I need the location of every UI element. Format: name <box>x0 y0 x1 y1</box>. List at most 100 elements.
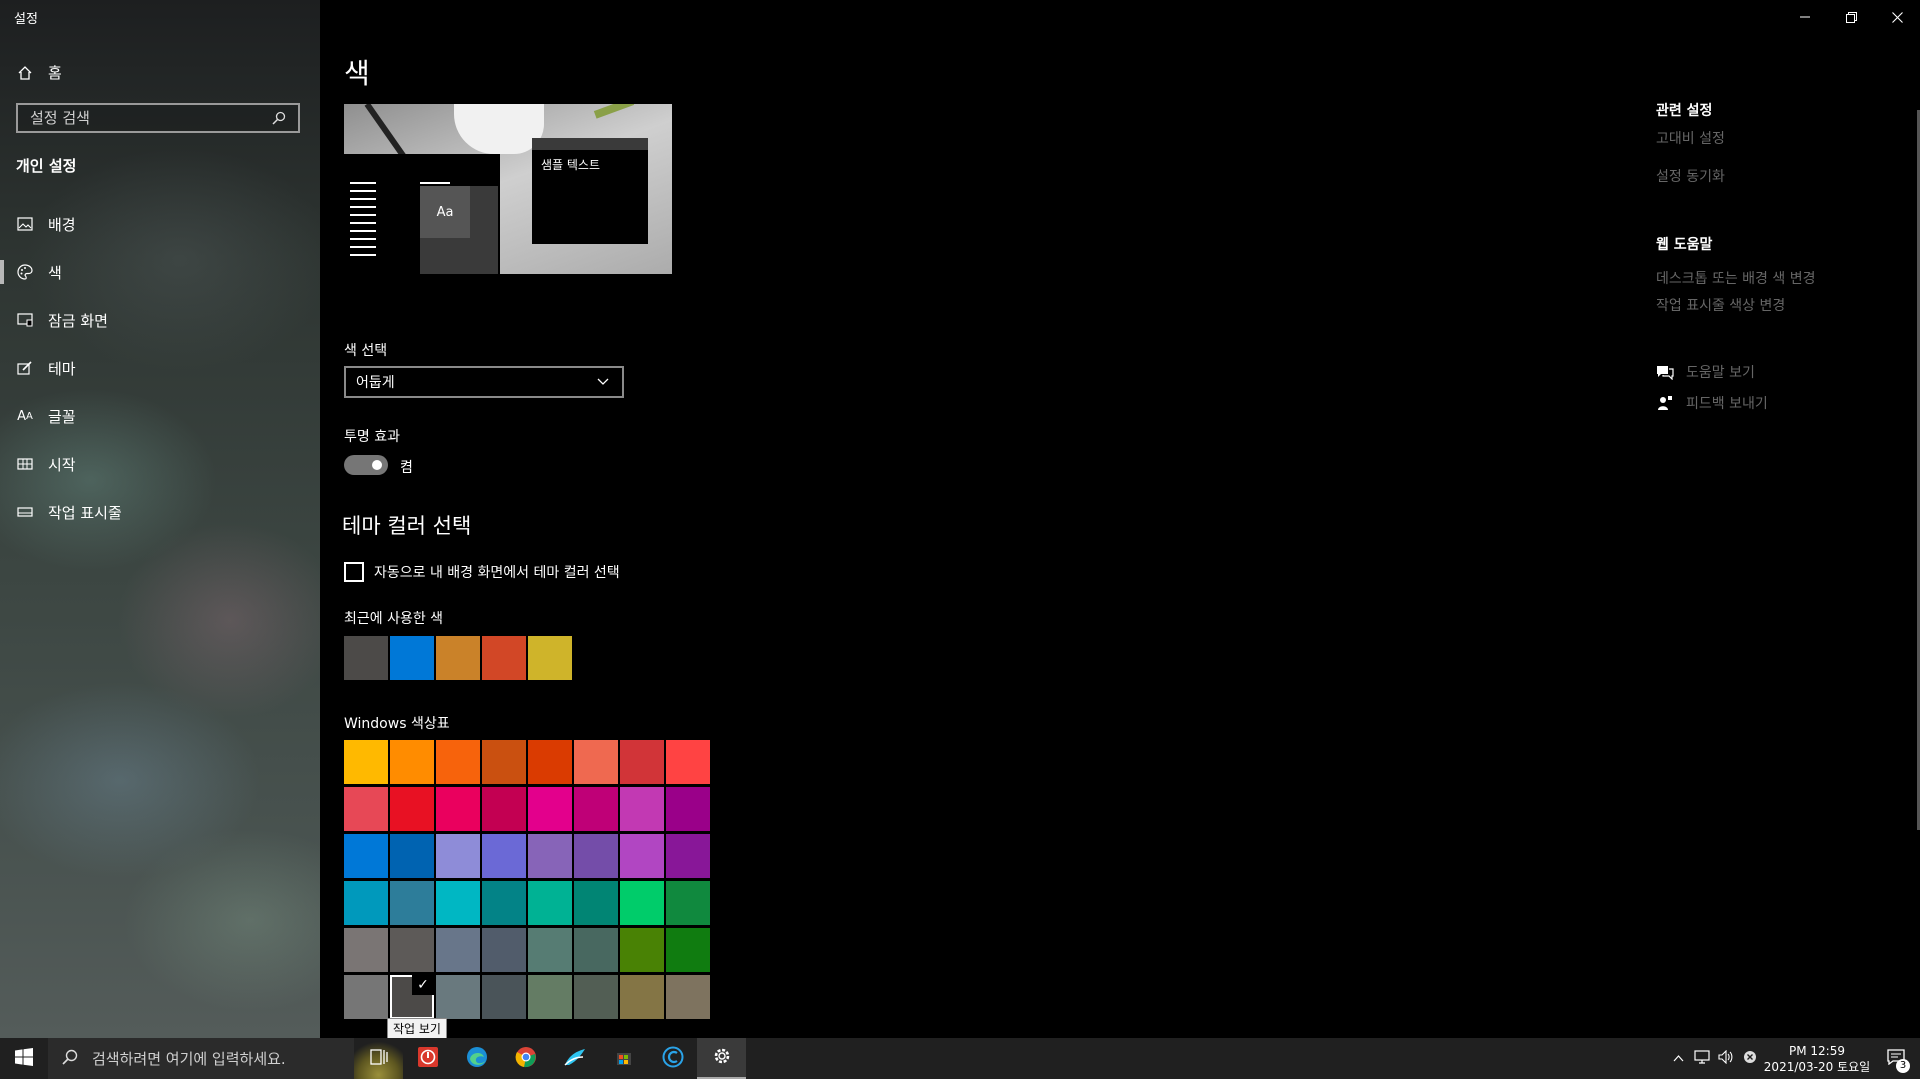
palette-color-swatch[interactable] <box>528 740 572 784</box>
nav-home[interactable]: 홈 <box>16 62 62 83</box>
palette-color-swatch[interactable] <box>344 928 388 972</box>
palette-color-swatch[interactable] <box>574 881 618 925</box>
recent-color-swatch[interactable] <box>528 636 572 680</box>
search-icon[interactable] <box>270 109 288 127</box>
palette-color-swatch[interactable] <box>666 787 710 831</box>
palette-color-swatch[interactable] <box>390 928 434 972</box>
palette-color-swatch[interactable] <box>620 881 664 925</box>
palette-color-swatch[interactable] <box>620 928 664 972</box>
palette-color-swatch[interactable] <box>390 740 434 784</box>
palette-color-swatch[interactable] <box>482 787 526 831</box>
palette-color-swatch[interactable] <box>574 834 618 878</box>
link-sync-settings[interactable]: 설정 동기화 <box>1656 166 1725 186</box>
palette-color-swatch[interactable] <box>344 834 388 878</box>
volume-icon[interactable] <box>1714 1049 1738 1068</box>
minimize-button[interactable] <box>1782 0 1828 34</box>
recent-color-swatch[interactable] <box>390 636 434 680</box>
palette-color-swatch[interactable] <box>482 975 526 1019</box>
network-icon[interactable] <box>1690 1049 1714 1068</box>
palette-color-swatch[interactable] <box>436 975 480 1019</box>
taskbar-app-store[interactable] <box>599 1038 648 1079</box>
chevron-up-icon[interactable] <box>1666 1051 1690 1066</box>
taskbar-app-edge[interactable] <box>452 1038 501 1079</box>
taskbar-app-ccleaner[interactable] <box>648 1038 697 1079</box>
palette-color-swatch[interactable] <box>344 881 388 925</box>
color-mode-dropdown[interactable]: 어둡게 <box>344 366 624 398</box>
windows-logo-icon <box>15 1047 33 1070</box>
palette-color-swatch[interactable] <box>666 975 710 1019</box>
link-change-bg-color[interactable]: 데스크톱 또는 배경 색 변경 <box>1656 268 1815 288</box>
palette-color-swatch[interactable] <box>344 740 388 784</box>
clock[interactable]: PM 12:59 2021/03-20 토요일 <box>1762 1043 1872 1075</box>
palette-color-swatch[interactable] <box>528 928 572 972</box>
start-button[interactable] <box>0 1038 48 1079</box>
sidebar-item-themes[interactable]: 테마 <box>0 344 320 392</box>
palette-color-swatch[interactable] <box>666 928 710 972</box>
font-icon: AA <box>17 408 33 424</box>
palette-color-swatch[interactable] <box>666 881 710 925</box>
get-help-link[interactable]: 도움말 보기 <box>1656 362 1755 382</box>
sidebar-item-label: 색 <box>48 263 62 282</box>
palette-color-swatch[interactable] <box>344 975 388 1019</box>
status-x-icon[interactable] <box>1738 1050 1762 1068</box>
sidebar-item-start[interactable]: 시작 <box>0 440 320 488</box>
palette-color-swatch[interactable] <box>436 928 480 972</box>
palette-color-swatch[interactable] <box>482 881 526 925</box>
palette-color-swatch[interactable] <box>574 928 618 972</box>
palette-color-swatch[interactable] <box>666 740 710 784</box>
taskbar-app-settings[interactable] <box>697 1038 746 1079</box>
recent-color-swatch[interactable] <box>344 636 388 680</box>
action-center-button[interactable]: 3 <box>1872 1048 1920 1073</box>
transparency-toggle[interactable] <box>344 455 388 475</box>
palette-color-swatch[interactable] <box>620 740 664 784</box>
sidebar-item-fonts[interactable]: AA 글꼴 <box>0 392 320 440</box>
palette-color-swatch[interactable] <box>482 740 526 784</box>
link-change-taskbar-color[interactable]: 작업 표시줄 색상 변경 <box>1656 295 1785 315</box>
recent-color-swatch[interactable] <box>482 636 526 680</box>
preview-sample-text: 샘플 텍스트 <box>541 158 601 172</box>
taskbar-search-box[interactable]: 검색하려면 여기에 입력하세요. <box>48 1038 354 1079</box>
chrome-icon <box>515 1046 537 1072</box>
taskbar-app-security[interactable] <box>403 1038 452 1079</box>
sidebar-item-lock-screen[interactable]: 잠금 화면 <box>0 296 320 344</box>
taskbar-icon <box>16 503 34 521</box>
palette-color-swatch[interactable] <box>620 975 664 1019</box>
recent-color-swatch[interactable] <box>436 636 480 680</box>
sidebar-item-colors[interactable]: 색 <box>0 248 320 296</box>
palette-color-swatch[interactable] <box>390 787 434 831</box>
palette-color-swatch[interactable] <box>344 787 388 831</box>
palette-color-swatch[interactable] <box>390 881 434 925</box>
palette-color-swatch[interactable] <box>574 740 618 784</box>
auto-accent-option[interactable]: 자동으로 내 배경 화면에서 테마 컬러 선택 <box>344 562 620 582</box>
task-view-button[interactable] <box>354 1038 403 1079</box>
palette-color-swatch[interactable] <box>528 787 572 831</box>
settings-search-input[interactable] <box>30 109 260 127</box>
feedback-link[interactable]: 피드백 보내기 <box>1656 393 1768 413</box>
palette-color-swatch[interactable] <box>666 834 710 878</box>
sidebar-item-taskbar[interactable]: 작업 표시줄 <box>0 488 320 536</box>
palette-color-swatch[interactable] <box>482 834 526 878</box>
palette-color-swatch[interactable] <box>390 834 434 878</box>
preview-sample-window: 샘플 텍스트 <box>532 138 648 244</box>
taskbar-app-bird[interactable] <box>550 1038 599 1079</box>
palette-color-swatch[interactable] <box>528 975 572 1019</box>
palette-color-swatch[interactable] <box>436 740 480 784</box>
palette-color-swatch[interactable] <box>528 881 572 925</box>
palette-color-swatch[interactable] <box>620 787 664 831</box>
close-button[interactable] <box>1874 0 1920 34</box>
settings-search-box[interactable] <box>16 103 300 133</box>
palette-color-swatch[interactable] <box>390 975 434 1019</box>
taskbar-app-chrome[interactable] <box>501 1038 550 1079</box>
palette-color-swatch[interactable] <box>620 834 664 878</box>
palette-color-swatch[interactable] <box>436 834 480 878</box>
restore-button[interactable] <box>1828 0 1874 34</box>
palette-color-swatch[interactable] <box>436 787 480 831</box>
palette-color-swatch[interactable] <box>482 928 526 972</box>
palette-color-swatch[interactable] <box>528 834 572 878</box>
palette-color-swatch[interactable] <box>574 975 618 1019</box>
sidebar-item-background[interactable]: 배경 <box>0 200 320 248</box>
auto-accent-checkbox[interactable] <box>344 562 364 582</box>
palette-color-swatch[interactable] <box>436 881 480 925</box>
link-high-contrast[interactable]: 고대비 설정 <box>1656 128 1725 148</box>
palette-color-swatch[interactable] <box>574 787 618 831</box>
